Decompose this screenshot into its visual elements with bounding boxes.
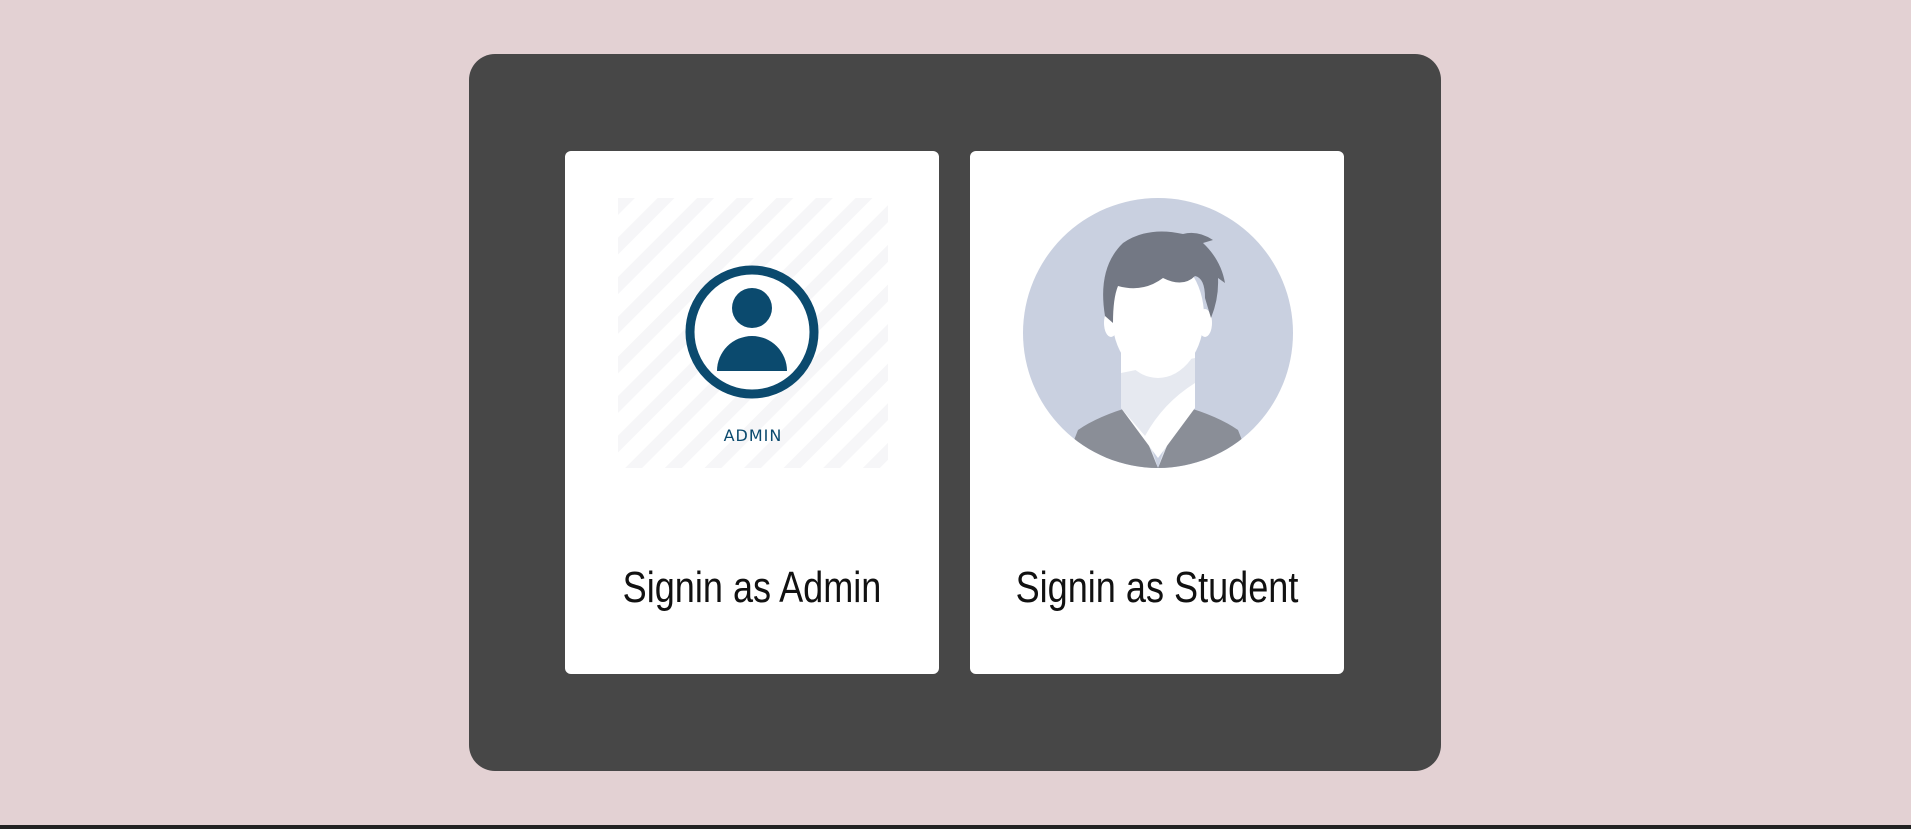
student-image [1023, 198, 1293, 468]
bottom-edge-bar [0, 825, 1911, 829]
signin-options-panel: ADMIN Signin as Admin Signin as Student [469, 54, 1441, 771]
admin-image: ADMIN [618, 198, 888, 468]
admin-image-caption: ADMIN [723, 426, 783, 445]
signin-student-label[interactable]: Signin as Student [1004, 563, 1311, 613]
signin-admin-label[interactable]: Signin as Admin [599, 563, 906, 613]
signin-admin-card[interactable]: ADMIN Signin as Admin [565, 151, 939, 674]
student-avatar-icon [1023, 198, 1293, 468]
signin-student-card[interactable]: Signin as Student [970, 151, 1344, 674]
